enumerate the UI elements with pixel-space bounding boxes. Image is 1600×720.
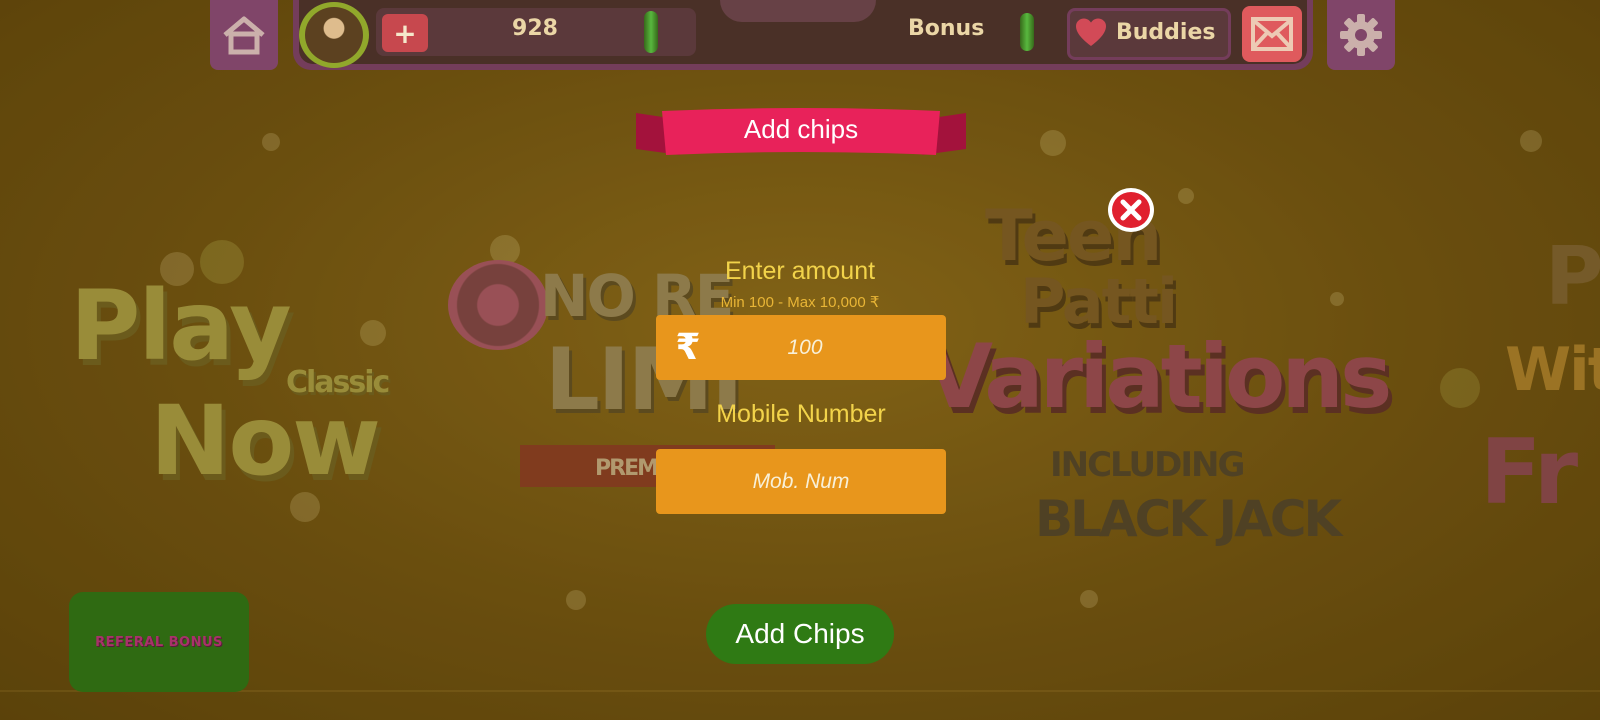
close-icon (1120, 199, 1142, 221)
rupee-icon: ₹ (675, 326, 701, 368)
game-lobby-scene: Play Now Classic NO RE LIMI PREM Teen Pa… (0, 0, 1600, 720)
amount-label: Enter amount (724, 257, 876, 285)
close-button[interactable] (1108, 188, 1154, 232)
mobile-number-label: Mobile Number (716, 400, 886, 428)
add-chips-submit-button[interactable]: Add Chips (706, 604, 894, 664)
referral-bonus-label: REFERAL BONUS (95, 634, 223, 650)
mobile-number-placeholder: Mob. Num (752, 470, 850, 493)
modal-title: Add chips (743, 114, 859, 144)
amount-hint: Min 100 - Max 10,000 ₹ (720, 294, 880, 311)
referral-bonus-button[interactable]: REFERAL BONUS (69, 592, 249, 692)
amount-placeholder: 100 (787, 336, 823, 359)
